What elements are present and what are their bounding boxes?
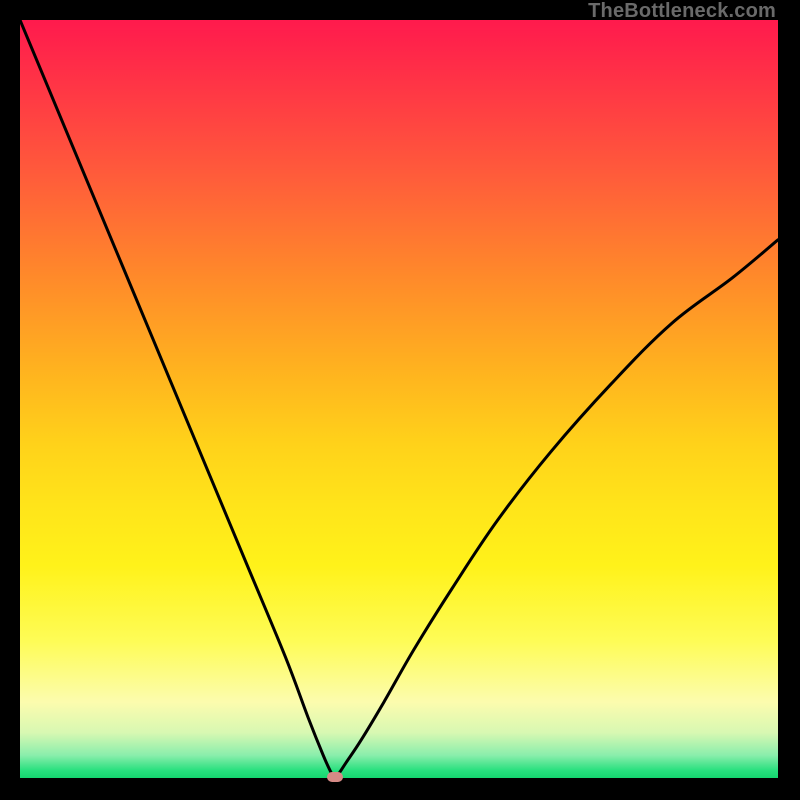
curve-left-branch — [20, 20, 335, 778]
bottleneck-curve-svg — [20, 20, 778, 778]
chart-frame — [20, 20, 778, 778]
optimal-point-marker — [327, 772, 343, 782]
curve-right-branch — [335, 240, 778, 778]
